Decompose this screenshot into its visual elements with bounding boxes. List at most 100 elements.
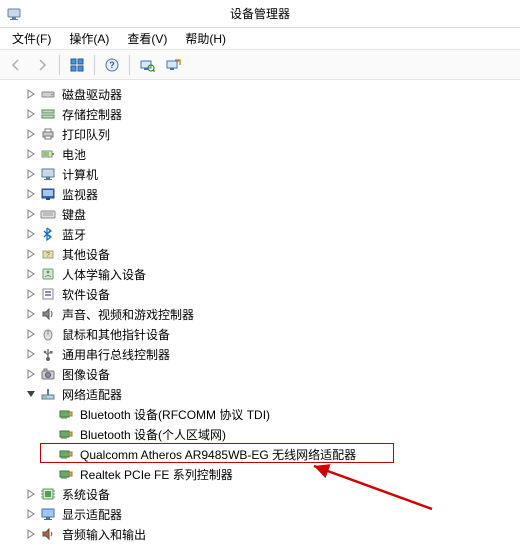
tree-category[interactable]: ?其他设备 [2,244,520,264]
collapse-icon[interactable] [24,387,38,401]
scan-hardware-button[interactable] [135,53,159,77]
display-icon [40,506,56,522]
expand-icon[interactable] [24,507,38,521]
expand-icon[interactable] [24,267,38,281]
tree-item-label: 键盘 [60,205,88,224]
tree-item-label: 磁盘驱动器 [60,85,124,104]
menu-file[interactable]: 文件(F) [4,28,59,49]
tree-item-label: 其他设备 [60,245,112,264]
tree-category[interactable]: 监视器 [2,184,520,204]
tree-item-label: 蓝牙 [60,225,88,244]
system-icon [40,486,56,502]
tree-item-label: 软件设备 [60,285,112,304]
tree-item-label: 打印队列 [60,125,112,144]
tree-category[interactable]: 图像设备 [2,364,520,384]
tree-item-label: 鼠标和其他指针设备 [60,325,172,344]
expand-icon[interactable] [24,207,38,221]
tree-item-label: Bluetooth 设备(RFCOMM 协议 TDI) [78,405,272,424]
expand-icon[interactable] [24,527,38,541]
audio-icon [40,526,56,542]
window-title: 设备管理器 [28,5,520,22]
toolbar-separator [59,55,60,75]
device-tree[interactable]: 磁盘驱动器存储控制器打印队列电池计算机监视器键盘蓝牙?其他设备人体学输入设备软件… [0,80,520,555]
network-icon [40,386,56,402]
expand-icon[interactable] [24,107,38,121]
tree-item-label: 通用串行总线控制器 [60,345,172,364]
expand-icon[interactable] [24,367,38,381]
expand-icon[interactable] [24,347,38,361]
expand-icon[interactable] [24,147,38,161]
expand-icon[interactable] [24,307,38,321]
show-hidden-button[interactable] [161,53,185,77]
expand-icon[interactable] [24,227,38,241]
menu-view[interactable]: 查看(V) [119,28,175,49]
tree-category[interactable]: 显示适配器 [2,504,520,524]
tree-device[interactable]: Qualcomm Atheros AR9485WB-EG 无线网络适配器 [2,444,520,464]
tree-item-label: 电池 [60,145,88,164]
tree-device[interactable]: Realtek PCIe FE 系列控制器 [2,464,520,484]
expand-icon[interactable] [24,127,38,141]
svg-text:?: ? [109,60,115,70]
tree-category[interactable]: 软件设备 [2,284,520,304]
disk-icon [40,86,56,102]
software-icon [40,286,56,302]
tree-item-label: 人体学输入设备 [60,265,148,284]
tree-item-label: 系统设备 [60,485,112,504]
tree-category[interactable]: 网络适配器 [2,384,520,404]
toolbar-separator [129,55,130,75]
expand-icon[interactable] [24,187,38,201]
expand-icon[interactable] [24,487,38,501]
tree-category[interactable]: 存储控制器 [2,104,520,124]
expand-icon[interactable] [24,287,38,301]
expand-icon[interactable] [24,327,38,341]
expand-icon[interactable] [24,247,38,261]
tree-category[interactable]: 磁盘驱动器 [2,84,520,104]
bluetooth-icon [40,226,56,242]
tree-category[interactable]: 声音、视频和游戏控制器 [2,304,520,324]
tree-category[interactable]: 鼠标和其他指针设备 [2,324,520,344]
hid-icon [40,266,56,282]
back-button [4,53,28,77]
help-button[interactable]: ? [100,53,124,77]
tree-category[interactable]: 打印队列 [2,124,520,144]
tree-category[interactable]: 人体学输入设备 [2,264,520,284]
tree-category[interactable]: 通用串行总线控制器 [2,344,520,364]
tree-item-label: Bluetooth 设备(个人区域网) [78,425,228,444]
toolbar: ? [0,50,520,80]
tree-category[interactable]: 音频输入和输出 [2,524,520,544]
other-icon: ? [40,246,56,262]
toolbar-separator [94,55,95,75]
tree-item-label: Qualcomm Atheros AR9485WB-EG 无线网络适配器 [78,445,358,464]
properties-button[interactable] [65,53,89,77]
tree-item-label: 监视器 [60,185,100,204]
menu-action[interactable]: 操作(A) [61,28,117,49]
tree-item-label: Realtek PCIe FE 系列控制器 [78,465,235,484]
expand-icon[interactable] [24,167,38,181]
mouse-icon [40,326,56,342]
tree-category[interactable]: 系统设备 [2,484,520,504]
menu-help[interactable]: 帮助(H) [177,28,234,49]
tree-category[interactable]: 键盘 [2,204,520,224]
printer-icon [40,126,56,142]
tree-item-label: 存储控制器 [60,105,124,124]
expand-icon[interactable] [24,87,38,101]
tree-device[interactable]: Bluetooth 设备(个人区域网) [2,424,520,444]
tree-category[interactable]: 电池 [2,144,520,164]
tree-category[interactable]: 蓝牙 [2,224,520,244]
tree-item-label: 图像设备 [60,365,112,384]
menubar: 文件(F) 操作(A) 查看(V) 帮助(H) [0,28,520,50]
sound-icon [40,306,56,322]
app-icon [6,6,22,22]
tree-item-label: 音频输入和输出 [60,525,148,544]
battery-icon [40,146,56,162]
storage-icon [40,106,56,122]
imaging-icon [40,366,56,382]
netadapter-icon [58,466,74,482]
netadapter-icon [58,446,74,462]
monitor-icon [40,186,56,202]
tree-item-label: 显示适配器 [60,505,124,524]
forward-button [30,53,54,77]
tree-item-label: 计算机 [60,165,100,184]
tree-category[interactable]: 计算机 [2,164,520,184]
tree-device[interactable]: Bluetooth 设备(RFCOMM 协议 TDI) [2,404,520,424]
